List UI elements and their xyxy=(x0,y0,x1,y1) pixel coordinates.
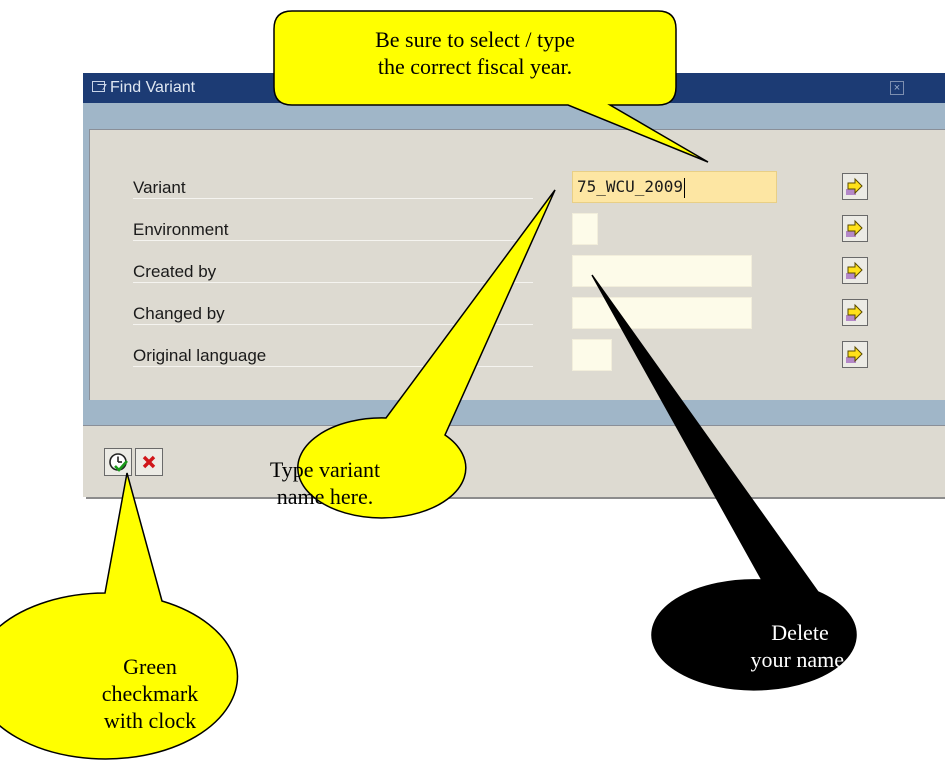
green-checkmark-callout-line-1: Green xyxy=(123,654,177,679)
variant-name-callout-line-2: name here. xyxy=(276,484,374,509)
delete-name-callout-line-1: Delete xyxy=(771,620,829,645)
delete-name-callout-line-2: your name. xyxy=(750,647,850,672)
green-checkmark-callout-line-2: checkmark xyxy=(101,681,199,706)
variant-name-callout-text: Type variant name here. xyxy=(258,456,392,510)
variant-name-callout-line-1: Type variant xyxy=(269,457,381,482)
fiscal-year-callout-text: Be sure to select / type the correct fis… xyxy=(276,26,674,80)
green-checkmark-callout-line-3: with clock xyxy=(103,708,197,733)
green-checkmark-callout-text: Green checkmark with clock xyxy=(85,653,215,734)
fiscal-year-callout-line-1: Be sure to select / type xyxy=(375,27,575,52)
fiscal-year-callout-line-2: the correct fiscal year. xyxy=(377,54,573,79)
delete-name-callout-text: Delete your name. xyxy=(725,619,875,673)
